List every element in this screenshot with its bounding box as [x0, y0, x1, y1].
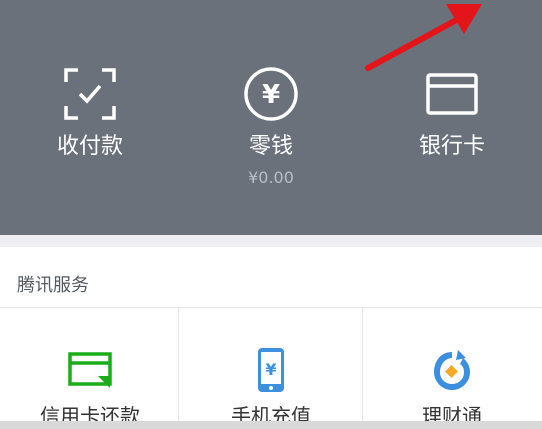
credit-card-repay-icon	[68, 352, 112, 388]
bottom-edge-bar	[0, 421, 542, 429]
credit-card-repay-button[interactable]: 信用卡还款	[0, 308, 180, 429]
change-label: 零钱	[248, 134, 293, 159]
scan-checkmark-icon	[64, 68, 116, 120]
receive-pay-label: 收付款	[56, 134, 123, 159]
svg-text:¥: ¥	[262, 80, 280, 110]
wealth-management-button[interactable]: 理财通	[362, 308, 542, 429]
grid-divider	[178, 308, 179, 429]
change-balance-amount: ¥0.00	[248, 168, 294, 187]
svg-text:¥: ¥	[265, 360, 276, 379]
receive-pay-button[interactable]: 收付款	[0, 66, 180, 162]
section-title: 腾讯服务	[17, 275, 89, 296]
change-balance-button[interactable]: ¥ 零钱 ¥0.00	[181, 66, 361, 187]
bank-card-button[interactable]: 银行卡	[362, 66, 542, 162]
yuan-circle-icon: ¥	[244, 67, 298, 121]
phone-recharge-icon: ¥	[258, 348, 284, 392]
tencent-services-section: 腾讯服务 信用卡还款 ¥ 手机充值 理财通	[0, 247, 542, 429]
wealth-management-icon	[434, 350, 470, 390]
phone-recharge-button[interactable]: ¥ 手机充值	[181, 308, 361, 429]
annotation-arrow-icon	[365, 4, 482, 71]
section-separator	[0, 235, 542, 247]
bank-card-label: 银行卡	[418, 134, 485, 159]
